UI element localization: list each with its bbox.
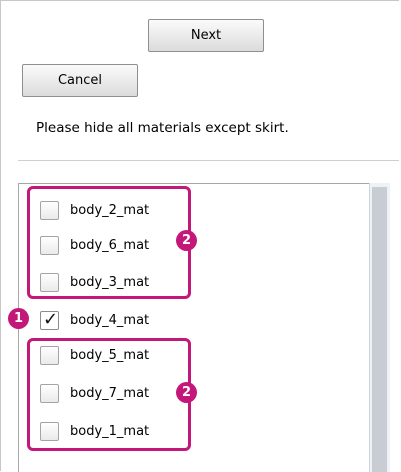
cancel-button[interactable]: Cancel: [22, 64, 138, 97]
callout-badge-1: 1: [8, 308, 29, 329]
list-item-body-4-mat[interactable]: ✓ body_4_mat: [40, 309, 149, 331]
callout-badge-2: 2: [176, 230, 197, 251]
divider: [18, 160, 399, 161]
instruction-text: Please hide all materials except skirt.: [36, 120, 289, 136]
checkbox-checked[interactable]: ✓: [40, 308, 59, 330]
item-label: body_4_mat: [70, 312, 150, 328]
scrollbar-thumb[interactable]: [372, 187, 387, 472]
highlight-box: [27, 338, 191, 451]
next-button[interactable]: Next: [148, 19, 264, 52]
highlight-box: [27, 186, 191, 299]
checkmark-icon: ✓: [43, 308, 59, 330]
callout-badge-2: 2: [176, 382, 197, 403]
